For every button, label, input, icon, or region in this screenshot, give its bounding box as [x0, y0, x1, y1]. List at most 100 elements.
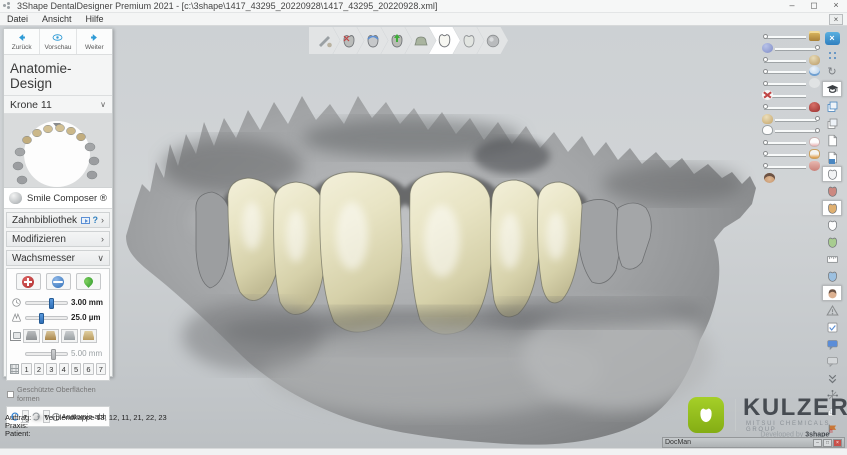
radius-slider[interactable]: [25, 352, 68, 356]
slider-crown-tan[interactable]: [762, 55, 820, 67]
section-wax-knife[interactable]: Wachsmesser ∨: [6, 250, 110, 266]
smooth-button[interactable]: [46, 273, 71, 290]
distance-slider[interactable]: [25, 301, 68, 305]
tooth-outline-icon: [826, 219, 839, 232]
menu-datei[interactable]: Datei: [0, 14, 35, 24]
preset-2-button[interactable]: 2: [34, 363, 44, 375]
preset-7-button[interactable]: 7: [96, 363, 106, 375]
tooth-blue-icon: [826, 270, 839, 283]
scissors-icon: [762, 90, 773, 100]
slider-tooth-orange[interactable]: [762, 149, 820, 161]
slider-tooth-blue[interactable]: [762, 66, 820, 78]
tooth-chart-icon: [10, 364, 19, 374]
smoothing-slider[interactable]: [25, 316, 68, 320]
title-bar: 3Shape DentalDesigner Premium 2021 - [c:…: [0, 0, 847, 13]
tooth-inspect-button[interactable]: [822, 200, 842, 216]
tooth-articulate-button[interactable]: [822, 268, 842, 284]
export-page-button[interactable]: [822, 149, 842, 165]
wax-tool-4-button[interactable]: [80, 329, 97, 343]
preset-6-button[interactable]: 6: [83, 363, 93, 375]
slider-scan-box[interactable]: [762, 31, 820, 43]
slider-patient-face[interactable]: [762, 173, 820, 185]
view-dots-button[interactable]: [822, 47, 842, 63]
bg-minimize-button[interactable]: –: [813, 439, 822, 447]
preview-button[interactable]: Vorschau: [40, 29, 76, 54]
maximize-button[interactable]: ◻: [803, 0, 825, 12]
comment-icon: [826, 338, 839, 351]
workflow-steps-bar: [309, 27, 508, 54]
checklist-icon: [826, 321, 839, 334]
section-tooth-library[interactable]: Zahnbibliothek ? ›: [6, 212, 110, 228]
tooth-red-button[interactable]: [822, 183, 842, 199]
wax-tool-2-button[interactable]: [42, 329, 59, 343]
slider-cap-red[interactable]: [762, 102, 820, 114]
slider-gingiva[interactable]: [762, 161, 820, 173]
comment-blue-button[interactable]: [822, 336, 842, 352]
minimize-button[interactable]: –: [781, 0, 803, 12]
reset-view-button[interactable]: ↻: [822, 64, 842, 80]
next-button[interactable]: Weiter: [77, 29, 112, 54]
tool-stand-icon: [10, 330, 21, 341]
checkbox-icon: [7, 391, 14, 398]
measure-ruler-button[interactable]: [822, 251, 842, 267]
arrow-left-icon: [15, 32, 28, 43]
redacted-text: An: [33, 413, 42, 422]
slider-tooth-pink[interactable]: [762, 137, 820, 149]
sphere-icon: [52, 276, 64, 288]
crown-icon: [436, 32, 453, 49]
preset-1-button[interactable]: 1: [21, 363, 31, 375]
comment-gray-button[interactable]: [822, 353, 842, 369]
preset-4-button[interactable]: 4: [59, 363, 69, 375]
copy-view-button[interactable]: [822, 115, 842, 131]
warnings-button[interactable]: [822, 302, 842, 318]
wax-tool-1-button[interactable]: [23, 329, 40, 343]
protected-surfaces-checkbox[interactable]: Geschützte Oberflächen formen: [7, 385, 109, 403]
smile-composer-button[interactable]: Smile Composer ®: [4, 188, 112, 209]
slider-cut[interactable]: [762, 90, 820, 102]
3d-model-viewport[interactable]: [112, 26, 822, 448]
help-icon[interactable]: ?: [93, 215, 99, 225]
tooth-sketch-icon: [826, 168, 839, 181]
library-widget-icon[interactable]: [81, 217, 90, 224]
copy-view-blue-button[interactable]: [822, 98, 842, 114]
tooth-icon: [9, 192, 22, 204]
bg-maximize-button[interactable]: □: [823, 439, 832, 447]
bg-close-button[interactable]: ×: [833, 439, 842, 447]
collapse-panels-button[interactable]: [822, 370, 842, 386]
chevron-right-icon: ›: [101, 234, 104, 244]
preset-3-button[interactable]: 3: [46, 363, 56, 375]
new-page-button[interactable]: [822, 132, 842, 148]
tooth-stamp-button[interactable]: [822, 234, 842, 250]
mdi-close-button[interactable]: ×: [829, 14, 843, 25]
slider-antagonist[interactable]: [762, 43, 820, 55]
checklist-button[interactable]: [822, 319, 842, 335]
patient-photo-button[interactable]: [822, 285, 842, 301]
smoothing-value: 25.0 µm: [71, 313, 106, 322]
background-window-titlebar[interactable]: DocMan – □ ×: [662, 437, 845, 448]
tooth-outline-button[interactable]: [822, 217, 842, 233]
slider-tooth-tan[interactable]: [762, 114, 820, 126]
remove-material-button[interactable]: [76, 273, 101, 290]
app-logo-icon: [3, 2, 13, 10]
warning-icon: [826, 304, 839, 317]
tooth-selector-dropdown[interactable]: Krone 11 ∨: [4, 96, 112, 114]
add-material-button[interactable]: [16, 273, 41, 290]
menu-hilfe[interactable]: Hilfe: [79, 14, 111, 24]
preset-5-button[interactable]: 5: [71, 363, 81, 375]
menu-ansicht[interactable]: Ansicht: [35, 14, 79, 24]
dental-arch-overview[interactable]: [4, 114, 112, 188]
patient-line: Patient:: [5, 430, 167, 438]
crown-faded-icon: [461, 33, 477, 49]
section-modify[interactable]: Modifizieren ›: [6, 231, 110, 247]
back-button[interactable]: Zurück: [4, 29, 40, 54]
slider-layer-faint[interactable]: [762, 78, 820, 90]
clock-icon: [11, 297, 22, 308]
slider-crown-outline[interactable]: [762, 125, 820, 137]
close-viewport-button[interactable]: ×: [822, 30, 842, 46]
wax-tool-3-button[interactable]: [61, 329, 78, 343]
training-mode-button[interactable]: [822, 81, 842, 97]
orange-base-icon: [809, 149, 820, 159]
close-button[interactable]: ×: [825, 0, 847, 12]
chevron-down-icon: ∨: [97, 253, 104, 264]
tooth-sketch-button[interactable]: [822, 166, 842, 182]
